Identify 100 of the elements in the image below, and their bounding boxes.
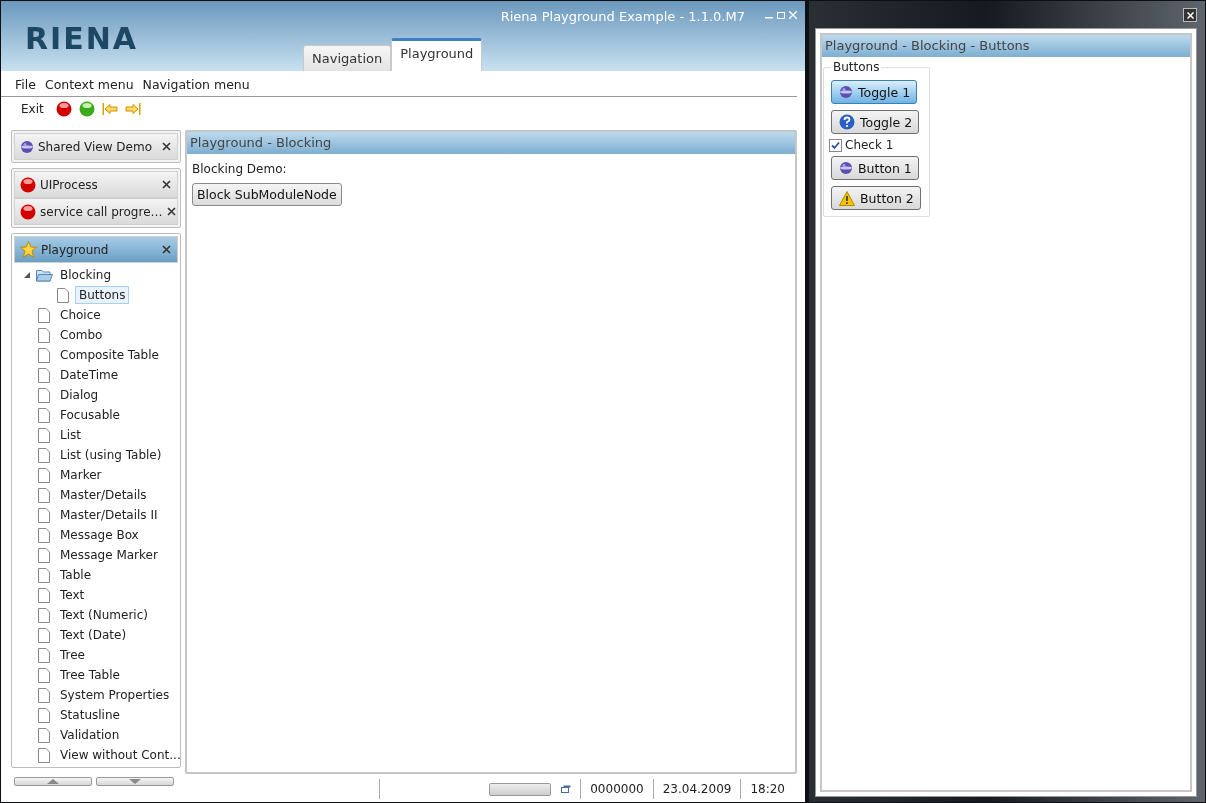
module-header[interactable]: service call progre… bbox=[14, 198, 178, 225]
document-icon bbox=[38, 327, 50, 343]
tree-item[interactable]: Buttons bbox=[75, 286, 130, 304]
document-icon bbox=[38, 447, 50, 463]
help-icon bbox=[839, 114, 855, 130]
document-icon bbox=[38, 367, 50, 383]
close-icon[interactable] bbox=[166, 207, 176, 216]
tree-item[interactable]: Text (Numeric) bbox=[56, 606, 152, 624]
document-icon bbox=[38, 407, 50, 423]
tree-item[interactable]: Table bbox=[56, 566, 96, 584]
module-header[interactable]: Shared View Demo bbox=[14, 133, 178, 160]
tree-item[interactable]: List bbox=[56, 426, 85, 444]
document-icon bbox=[38, 707, 50, 723]
document-icon bbox=[38, 667, 50, 683]
toggle-button[interactable]: Toggle 2 bbox=[831, 110, 920, 134]
document-icon bbox=[38, 627, 50, 643]
tree-item[interactable]: System Properties bbox=[56, 686, 174, 704]
ball-icon bbox=[20, 203, 36, 220]
status-date: 23.04.2009 bbox=[662, 782, 732, 796]
tree-item[interactable]: Marker bbox=[56, 466, 106, 484]
expander-icon[interactable] bbox=[23, 271, 31, 279]
logo: RIENA bbox=[25, 21, 139, 57]
block-button[interactable]: Block SubModuleNode bbox=[192, 183, 342, 206]
tree-item[interactable]: Validation bbox=[56, 726, 124, 744]
module-label: Shared View Demo bbox=[38, 139, 153, 154]
checkbox-label[interactable]: Check 1 bbox=[845, 138, 894, 152]
globe-icon bbox=[20, 139, 34, 154]
ball-icon bbox=[20, 176, 36, 193]
tree-item[interactable]: Dialog bbox=[56, 386, 103, 404]
field-label: Blocking Demo: bbox=[192, 162, 287, 176]
tree-item[interactable]: Combo bbox=[56, 326, 107, 344]
globe-icon bbox=[839, 85, 853, 99]
tab[interactable]: Navigation bbox=[303, 45, 392, 71]
document-icon bbox=[38, 607, 50, 623]
document-icon bbox=[38, 567, 50, 583]
document-icon bbox=[38, 387, 50, 403]
tree-item[interactable]: Tree bbox=[56, 646, 89, 664]
ball-icon bbox=[55, 101, 72, 117]
tree-item[interactable]: Message Marker bbox=[56, 546, 162, 564]
close-icon[interactable] bbox=[162, 180, 171, 189]
tree-item[interactable]: Text (Date) bbox=[56, 626, 131, 644]
view-title: Playground - Blocking - Buttons bbox=[822, 35, 1190, 57]
close-icon bbox=[1186, 11, 1194, 19]
document-icon bbox=[38, 467, 50, 483]
document-icon bbox=[57, 287, 69, 303]
warning-icon bbox=[839, 190, 855, 206]
document-icon bbox=[38, 547, 50, 563]
status-number: 0000000 bbox=[590, 782, 644, 796]
tree-item[interactable]: Choice bbox=[56, 306, 105, 324]
window-title: Riena Playground Example - 1.1.0.M7 bbox=[500, 9, 745, 24]
module-label: Playground bbox=[41, 242, 110, 257]
tree-item[interactable]: Blocking bbox=[56, 266, 115, 284]
folder-icon bbox=[35, 268, 53, 282]
module-header[interactable]: Playground bbox=[14, 236, 178, 263]
tree-item[interactable]: Tree Table bbox=[56, 666, 124, 684]
menu-item[interactable]: Context menu bbox=[44, 77, 134, 96]
module-label: UIProcess bbox=[40, 177, 99, 192]
module-header[interactable]: UIProcess bbox=[14, 171, 178, 198]
star-icon bbox=[20, 241, 37, 258]
tree-item[interactable]: Master/Details bbox=[56, 486, 151, 504]
tree-item[interactable]: Focusable bbox=[56, 406, 124, 424]
tree-item[interactable]: List (using Table) bbox=[56, 446, 166, 464]
document-icon bbox=[38, 347, 50, 363]
document-icon bbox=[38, 647, 50, 663]
window-icon bbox=[561, 785, 572, 793]
toggle-button[interactable]: Toggle 1 bbox=[831, 80, 918, 104]
menu-item[interactable]: Navigation menu bbox=[142, 77, 250, 96]
document-icon bbox=[38, 687, 50, 703]
ball-icon bbox=[78, 101, 95, 117]
tree-item[interactable]: Composite Table bbox=[56, 346, 163, 364]
document-icon bbox=[38, 427, 50, 443]
close-icon[interactable] bbox=[162, 142, 171, 151]
tree-item[interactable]: Master/Details II bbox=[56, 506, 162, 524]
status-time: 18:20 bbox=[750, 782, 785, 796]
checkbox[interactable] bbox=[829, 138, 842, 152]
close-button[interactable] bbox=[1183, 8, 1197, 22]
push-button[interactable]: Button 2 bbox=[831, 186, 921, 210]
tree-item[interactable]: Statusline bbox=[56, 706, 124, 724]
document-icon bbox=[38, 487, 50, 503]
scroll-down-button[interactable] bbox=[96, 777, 174, 786]
document-icon bbox=[38, 727, 50, 743]
document-icon bbox=[38, 747, 50, 763]
group-title: Buttons bbox=[831, 60, 882, 74]
toolbar-item[interactable]: Exit bbox=[21, 102, 44, 116]
tree-item[interactable]: DateTime bbox=[56, 366, 123, 384]
module-label: service call progre… bbox=[40, 204, 163, 219]
close-icon[interactable] bbox=[162, 245, 171, 254]
tab[interactable]: Playground bbox=[391, 38, 483, 71]
scroll-up-button[interactable] bbox=[14, 777, 92, 786]
menu-item[interactable]: File bbox=[15, 77, 36, 96]
document-icon bbox=[38, 507, 50, 523]
globe-icon bbox=[839, 161, 853, 175]
maximize-icon[interactable] bbox=[777, 11, 785, 19]
up-arrow-icon bbox=[47, 779, 59, 784]
document-icon bbox=[38, 527, 50, 543]
tree-item[interactable]: Text bbox=[56, 586, 89, 604]
push-button[interactable]: Button 1 bbox=[831, 156, 919, 180]
document-icon bbox=[38, 587, 50, 603]
tree-item[interactable]: View without Cont... bbox=[56, 746, 185, 764]
tree-item[interactable]: Message Box bbox=[56, 526, 143, 544]
